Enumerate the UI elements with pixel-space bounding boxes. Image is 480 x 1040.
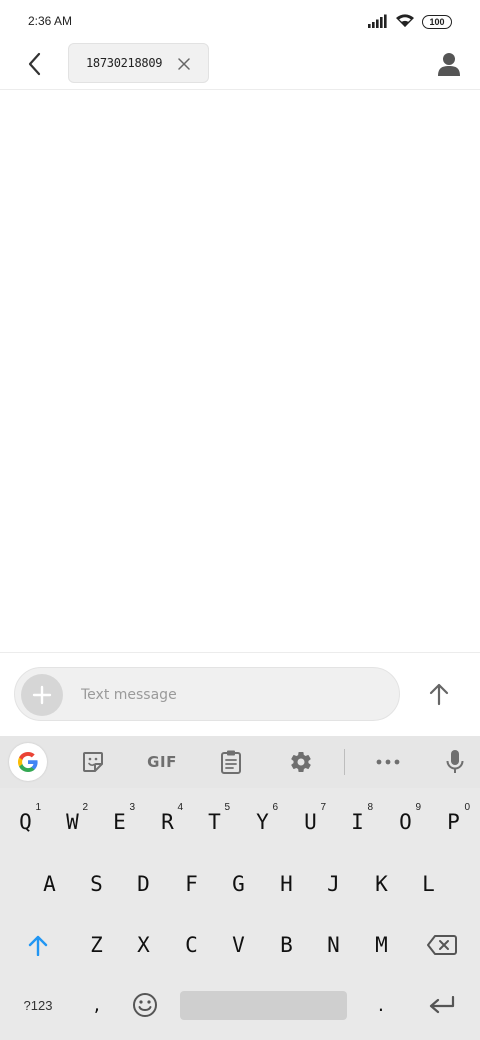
backspace-key[interactable] — [414, 921, 470, 969]
conversation-area — [0, 91, 480, 651]
mic-icon — [446, 750, 464, 773]
key-g[interactable]: G — [215, 860, 262, 908]
clipboard-icon — [221, 750, 241, 774]
contact-button[interactable] — [434, 48, 464, 80]
plus-icon — [32, 685, 52, 705]
key-z[interactable]: Z — [73, 921, 120, 969]
shift-arrow-icon — [28, 935, 48, 956]
space-key[interactable] — [180, 991, 347, 1020]
remove-recipient-button[interactable] — [176, 56, 192, 72]
key-b[interactable]: B — [263, 921, 310, 969]
recipient-number: 18730218809 — [86, 56, 163, 70]
key-label: P — [447, 810, 460, 834]
keyboard: G I F Q 1 W 2 E 3 R 4 T 5 Y 6 U 7 I 8 O 9 … — [0, 736, 480, 1040]
voice-input-button[interactable] — [440, 744, 470, 780]
keyboard-toolbar: GIF — [0, 736, 480, 788]
status-time: 2:36 AM — [28, 14, 73, 28]
status-bar: 2:36 AM 100 — [0, 0, 480, 44]
key-label: U — [304, 810, 317, 834]
key-l[interactable]: L — [405, 860, 452, 908]
emoji-key[interactable] — [122, 981, 168, 1029]
arrow-up-icon — [429, 683, 449, 706]
key-hint: 3 — [129, 802, 135, 813]
key-hint: 7 — [320, 802, 326, 813]
key-label: W — [66, 810, 79, 834]
close-icon — [178, 58, 190, 70]
key-f[interactable]: F — [168, 860, 215, 908]
key-hint: 8 — [367, 802, 373, 813]
key-label: Q — [19, 810, 32, 834]
key-k[interactable]: K — [358, 860, 405, 908]
person-icon — [438, 53, 460, 76]
enter-icon — [429, 996, 455, 1014]
key-h[interactable]: H — [263, 860, 310, 908]
shift-key[interactable] — [10, 921, 66, 969]
key-p[interactable]: P0 — [429, 798, 478, 846]
key-hint: 2 — [82, 802, 88, 813]
key-y[interactable]: Y6 — [239, 798, 286, 846]
key-label: I — [351, 810, 364, 834]
send-button[interactable] — [422, 677, 456, 711]
emoji-icon — [133, 993, 157, 1017]
key-j[interactable]: J — [310, 860, 357, 908]
key-label: T — [208, 810, 221, 834]
key-a[interactable]: A — [26, 860, 73, 908]
message-input[interactable] — [81, 680, 381, 710]
google-icon — [18, 752, 38, 772]
key-hint: 1 — [35, 802, 41, 813]
key-n[interactable]: N — [310, 921, 357, 969]
key-label: Y — [256, 810, 269, 834]
comma-key[interactable]: , — [74, 981, 120, 1029]
battery-icon: 100 — [422, 15, 452, 29]
key-hint: 0 — [464, 802, 470, 813]
gear-icon — [291, 752, 311, 773]
sticker-button[interactable] — [76, 744, 110, 780]
key-hint: 9 — [415, 802, 421, 813]
key-hint: 5 — [224, 802, 230, 813]
conversation-header: 18730218809 — [0, 40, 480, 90]
key-label: R — [161, 810, 174, 834]
key-d[interactable]: D — [120, 860, 167, 908]
toolbar-divider — [344, 749, 345, 775]
key-i[interactable]: I8 — [334, 798, 381, 846]
key-q[interactable]: Q1 — [2, 798, 49, 846]
recipient-chip[interactable]: 18730218809 — [68, 43, 209, 83]
key-e[interactable]: E3 — [96, 798, 143, 846]
key-w[interactable]: W2 — [49, 798, 96, 846]
google-search-button[interactable] — [9, 743, 47, 781]
key-s[interactable]: S — [73, 860, 120, 908]
key-x[interactable]: X — [120, 921, 167, 969]
more-button[interactable] — [370, 744, 406, 780]
status-icons: 100 — [368, 12, 452, 32]
compose-bar — [0, 652, 480, 734]
enter-key[interactable] — [414, 981, 470, 1029]
gif-label: GIF — [147, 753, 177, 771]
key-r[interactable]: R4 — [144, 798, 191, 846]
gif-button[interactable]: GIF — [140, 744, 184, 780]
wifi-icon — [395, 13, 415, 32]
back-button[interactable] — [18, 48, 50, 80]
key-v[interactable]: V — [215, 921, 262, 969]
signal-icon — [368, 13, 388, 32]
key-label: O — [399, 810, 412, 834]
key-c[interactable]: C — [168, 921, 215, 969]
key-u[interactable]: U7 — [287, 798, 334, 846]
key-t[interactable]: T5 — [191, 798, 238, 846]
key-hint: 6 — [272, 802, 278, 813]
compose-field — [14, 667, 400, 721]
key-m[interactable]: M — [358, 921, 405, 969]
settings-button[interactable] — [284, 744, 318, 780]
attach-button[interactable] — [21, 674, 63, 716]
key-hint: 4 — [177, 802, 183, 813]
period-key[interactable]: . — [358, 981, 404, 1029]
symbols-key[interactable]: ?123 — [10, 981, 66, 1029]
more-icon — [376, 759, 400, 765]
key-o[interactable]: O9 — [382, 798, 429, 846]
backspace-icon — [427, 935, 457, 955]
sticker-icon — [83, 752, 103, 772]
clipboard-button[interactable] — [214, 744, 248, 780]
chevron-left-icon — [28, 52, 41, 76]
battery-level: 100 — [429, 17, 445, 27]
key-label: E — [113, 810, 126, 834]
